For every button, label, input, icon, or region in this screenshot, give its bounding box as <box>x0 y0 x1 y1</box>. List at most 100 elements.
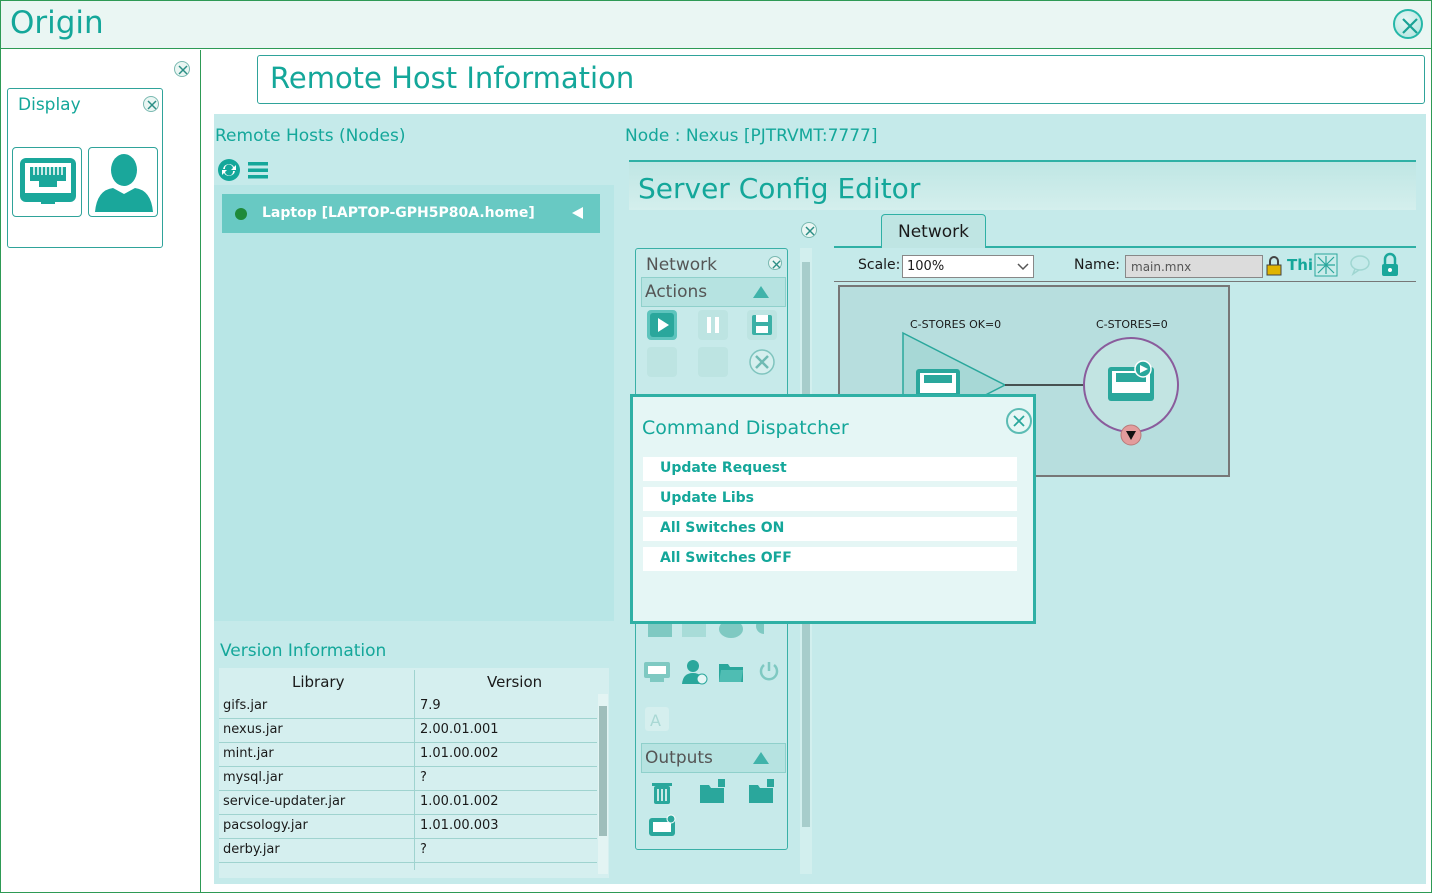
version-cell: 1.01.00.002 <box>420 746 499 761</box>
version-scrollbar[interactable] <box>598 694 608 874</box>
close-window-button[interactable] <box>1393 9 1423 39</box>
padlock-icon <box>1382 252 1398 276</box>
library-cell: mysql.jar <box>223 770 284 785</box>
all-switches-off-button[interactable]: All Switches OFF <box>643 547 1017 571</box>
close-icon <box>805 226 815 236</box>
library-cell: service-updater.jar <box>223 794 346 809</box>
refresh-button[interactable] <box>217 158 241 182</box>
command-dispatcher-dialog: Command Dispatcher Update Request Update… <box>630 394 1036 624</box>
table-row[interactable]: mint.jar 1.01.00.002 <box>219 742 597 767</box>
user-display-button[interactable] <box>88 147 158 217</box>
delete-button[interactable] <box>747 347 777 377</box>
collapse-up-icon <box>753 286 769 298</box>
scale-value: 100% <box>907 259 945 274</box>
table-row[interactable]: gifs.jar 7.9 <box>219 694 597 719</box>
user-add-icon <box>682 660 708 685</box>
toolbar-divider <box>834 281 1416 282</box>
version-rows: gifs.jar 7.9 nexus.jar 2.00.01.001 mint.ja… <box>219 694 597 876</box>
comment-button[interactable] <box>1349 254 1371 276</box>
scrollbar-thumb[interactable] <box>599 706 607 836</box>
tab-network-label: Network <box>898 222 969 242</box>
version-table: Library Version gifs.jar 7.9 nexus.jar 2.0… <box>219 668 609 878</box>
trash-button[interactable] <box>647 777 677 807</box>
close-display-button[interactable] <box>143 96 159 112</box>
pause-icon <box>707 317 719 333</box>
title-bar: Origin <box>1 1 1431 49</box>
network-tools-icon <box>644 662 670 682</box>
actions-section-header[interactable]: Actions <box>641 277 786 307</box>
folder-icon <box>749 779 774 803</box>
version-cell: 2.00.01.001 <box>420 722 499 737</box>
close-dispatcher-button[interactable] <box>1006 408 1032 434</box>
table-row[interactable]: derby.jar? <box>219 838 597 863</box>
refresh-icon <box>218 159 240 181</box>
table-row[interactable]: service-updater.jar 1.00.01.002 <box>219 790 597 815</box>
expand-arrows-icon <box>1314 253 1338 277</box>
all-switches-on-button[interactable]: All Switches ON <box>643 517 1017 541</box>
toolbox-title: Network <box>646 255 717 275</box>
close-toolbox-button[interactable] <box>801 222 817 238</box>
name-value: main.mnx <box>1131 260 1192 274</box>
version-cell: 7.9 <box>420 698 441 713</box>
editor-title: Server Config Editor <box>638 172 921 205</box>
table-row[interactable]: pacsology.jar 1.01.00.003 <box>219 814 597 839</box>
output-network-button[interactable] <box>647 812 677 842</box>
thi-label[interactable]: Thi <box>1287 256 1313 274</box>
tab-network[interactable]: Network <box>881 214 986 248</box>
unlock-button[interactable] <box>1380 252 1400 278</box>
user-add-button[interactable] <box>679 656 709 686</box>
open-folder-button[interactable] <box>716 656 746 686</box>
empty-action-slot[interactable] <box>698 347 728 377</box>
empty-action-slot[interactable] <box>647 347 677 377</box>
close-icon <box>772 260 781 269</box>
close-icon <box>147 100 157 110</box>
network-config-button[interactable] <box>642 656 672 686</box>
network-display-button[interactable] <box>12 147 82 217</box>
name-input[interactable]: main.mnx <box>1125 255 1263 278</box>
table-row[interactable]: mysql.jar? <box>219 766 597 791</box>
version-cell: ? <box>420 842 427 857</box>
save-button[interactable] <box>747 310 777 340</box>
collapse-up-icon <box>753 752 769 764</box>
update-libs-button[interactable]: Update Libs <box>643 487 1017 511</box>
fit-view-button[interactable] <box>1313 252 1339 278</box>
column-header-library[interactable]: Library <box>219 668 414 694</box>
library-cell: gifs.jar <box>223 698 268 713</box>
host-status-dot <box>235 208 247 220</box>
dispatcher-title: Command Dispatcher <box>642 417 849 439</box>
output-folder-button[interactable] <box>698 777 728 807</box>
column-header-label: Version <box>487 673 543 691</box>
library-cell: mint.jar <box>223 746 274 761</box>
power-icon <box>759 662 779 681</box>
app-title: Origin <box>10 5 104 41</box>
output-folder-2-button[interactable] <box>747 777 777 807</box>
update-request-button[interactable]: Update Request <box>643 457 1017 481</box>
play-button[interactable] <box>647 310 677 340</box>
column-header-label: Library <box>292 673 345 691</box>
library-cell: nexus.jar <box>223 722 283 737</box>
host-list-item[interactable]: Laptop [LAPTOP-GPH5P80A.home] <box>222 194 600 233</box>
outputs-label: Outputs <box>645 748 713 768</box>
scale-select[interactable]: 100% <box>902 255 1034 278</box>
lock-button[interactable] <box>1265 255 1283 277</box>
user-icon <box>95 154 153 212</box>
font-icon: A <box>645 707 669 731</box>
close-network-button[interactable] <box>768 256 782 270</box>
host-list <box>214 185 614 621</box>
display-label: Display <box>18 95 81 115</box>
display-box: Display <box>7 88 163 248</box>
command-label: Update Request <box>660 460 787 476</box>
close-icon <box>1013 415 1025 427</box>
power-button[interactable] <box>754 656 784 686</box>
pause-button[interactable] <box>698 310 728 340</box>
table-row[interactable]: nexus.jar 2.00.01.001 <box>219 718 597 743</box>
save-icon <box>752 315 772 335</box>
menu-button[interactable] <box>247 159 269 181</box>
outputs-section-header[interactable]: Outputs <box>641 743 786 773</box>
close-left-panel-button[interactable] <box>174 61 190 77</box>
collapse-arrow-icon[interactable] <box>572 207 583 219</box>
column-header-version[interactable]: Version <box>415 668 597 694</box>
font-tool-button[interactable]: A <box>642 704 672 734</box>
node-label: Node : Nexus [PJTRVMT:7777] <box>625 126 878 146</box>
network-port-icon <box>20 158 76 204</box>
